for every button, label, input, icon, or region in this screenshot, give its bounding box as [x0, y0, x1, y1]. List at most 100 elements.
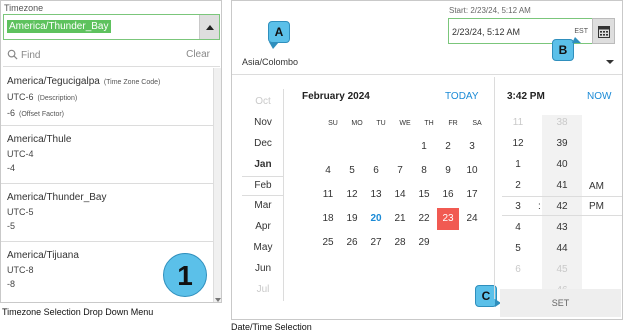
- timezone-offset-factor-tag: (Offset Factor): [19, 111, 65, 118]
- minute-option[interactable]: 43: [547, 222, 577, 233]
- set-button[interactable]: SET: [500, 289, 621, 317]
- calendar-day[interactable]: 25: [319, 234, 337, 252]
- timezone-label: Timezone: [4, 3, 44, 13]
- timezone-dropdown-panel: Timezone America/Thunder_Bay Clear Ameri…: [0, 0, 222, 303]
- clear-button[interactable]: Clear: [186, 49, 210, 60]
- list-scrollbar[interactable]: [213, 68, 221, 302]
- hour-option[interactable]: 2: [503, 180, 533, 191]
- calendar-day[interactable]: 4: [319, 162, 337, 180]
- weekday-label: WE: [399, 120, 411, 127]
- hour-option[interactable]: 12: [503, 138, 533, 149]
- calendar-day[interactable]: 7: [391, 162, 409, 180]
- month-year-title: February 2024: [302, 91, 370, 102]
- timezone-description: UTC-6: [7, 92, 34, 102]
- calendar-day[interactable]: 14: [391, 186, 409, 204]
- calendar-day[interactable]: 1: [415, 138, 433, 156]
- calendar-day[interactable]: 24: [463, 210, 481, 228]
- month-item[interactable]: Oct: [242, 96, 283, 107]
- timezone-code: America/Thule: [7, 134, 72, 145]
- calendar-day[interactable]: 12: [343, 186, 361, 204]
- datetime-picker-panel: Start: 2/23/24, 5:12 AM 2/23/24, 5:12 AM…: [231, 0, 623, 320]
- timezone-list-item[interactable]: America/Thunder_Bay UTC-5 -5: [1, 184, 213, 242]
- calendar-day[interactable]: 3: [463, 138, 481, 156]
- calendar-day[interactable]: 26: [343, 234, 361, 252]
- timezone-offset-factor: -6: [7, 108, 16, 118]
- set-button-label: SET: [551, 298, 570, 308]
- calendar-day[interactable]: 10: [463, 162, 481, 180]
- timezone-description-tag: (Description): [37, 95, 78, 102]
- chevron-down-icon[interactable]: [606, 60, 614, 64]
- month-item[interactable]: Nov: [242, 117, 283, 128]
- calendar-day[interactable]: 13: [367, 186, 385, 204]
- am-option[interactable]: AM: [589, 181, 604, 192]
- callout-pointer-b: [572, 37, 581, 43]
- minute-option[interactable]: 44: [547, 243, 577, 254]
- month-item[interactable]: May: [242, 242, 283, 253]
- timezone-description: UTC-5: [7, 207, 34, 217]
- minute-option[interactable]: 38: [547, 117, 577, 128]
- caption-datetime: Date/Time Selection: [231, 322, 312, 332]
- callout-badge-1: 1: [163, 253, 207, 297]
- weekday-label: FR: [448, 120, 458, 127]
- calendar-day[interactable]: 9: [439, 162, 457, 180]
- hour-option[interactable]: 3: [503, 201, 533, 212]
- calendar-day[interactable]: 27: [367, 234, 385, 252]
- weekday-label: TU: [376, 120, 386, 127]
- minute-option[interactable]: 42: [547, 201, 577, 212]
- hour-option[interactable]: 11: [503, 117, 533, 128]
- calendar-day[interactable]: 15: [415, 186, 433, 204]
- calendar-day[interactable]: 11: [319, 186, 337, 204]
- calendar-day[interactable]: 5: [343, 162, 361, 180]
- timezone-list-item[interactable]: America/Thule UTC-4 -4: [1, 126, 213, 184]
- timezone-search-row: Clear: [3, 43, 220, 67]
- callout-badge-b: B: [552, 39, 574, 61]
- vertical-divider: [494, 77, 495, 299]
- month-item[interactable]: Jun: [242, 263, 283, 274]
- minute-option[interactable]: 39: [547, 138, 577, 149]
- timezone-selector-value: Asia/Colombo: [242, 57, 299, 67]
- month-item[interactable]: Apr: [242, 221, 283, 232]
- calendar-day[interactable]: 16: [439, 186, 457, 204]
- calendar-day[interactable]: 19: [343, 210, 361, 228]
- month-scroller[interactable]: Oct Nov Dec Jan Feb Mar Apr May Jun Jul: [242, 89, 284, 301]
- calendar-day[interactable]: 18: [319, 210, 337, 228]
- pm-option[interactable]: PM: [589, 201, 604, 212]
- weekday-label: SA: [472, 120, 482, 127]
- minute-option[interactable]: 41: [547, 180, 577, 191]
- calendar-day-today[interactable]: 20: [367, 210, 385, 228]
- calendar-day[interactable]: 8: [415, 162, 433, 180]
- timezone-list-item[interactable]: America/Tegucigalpa (Time Zone Code) UTC-…: [1, 68, 213, 126]
- hour-option[interactable]: 1: [503, 159, 533, 170]
- month-item[interactable]: Mar: [242, 200, 283, 211]
- calendar-day[interactable]: 6: [367, 162, 385, 180]
- calendar-day[interactable]: 17: [463, 186, 481, 204]
- month-item[interactable]: Jan: [242, 159, 283, 170]
- calendar-day[interactable]: 28: [391, 234, 409, 252]
- calendar-day[interactable]: 22: [415, 210, 433, 228]
- timezone-abbrev: EST: [574, 28, 588, 35]
- timezone-search-input[interactable]: [21, 47, 161, 63]
- today-button[interactable]: TODAY: [445, 91, 479, 102]
- calendar-day[interactable]: 2: [439, 138, 457, 156]
- hour-option[interactable]: 5: [503, 243, 533, 254]
- calendar-icon: [598, 26, 610, 38]
- hour-option[interactable]: 4: [503, 222, 533, 233]
- dropdown-arrow-icon[interactable]: [199, 15, 219, 39]
- weekday-label: SU: [328, 120, 338, 127]
- now-button[interactable]: NOW: [587, 91, 611, 102]
- selected-time-display: 3:42 PM: [507, 91, 545, 102]
- scroll-down-arrow-icon[interactable]: [215, 298, 221, 302]
- timezone-offset-factor: -5: [7, 221, 16, 231]
- calendar-day[interactable]: 29: [415, 234, 433, 252]
- minute-option[interactable]: 45: [547, 264, 577, 275]
- minute-option[interactable]: 40: [547, 159, 577, 170]
- calendar-day[interactable]: 21: [391, 210, 409, 228]
- month-item[interactable]: Jul: [242, 284, 283, 295]
- month-item-selected[interactable]: Feb: [242, 180, 283, 191]
- timezone-code: America/Tegucigalpa: [7, 76, 100, 87]
- hour-option[interactable]: 6: [503, 264, 533, 275]
- calendar-day-selected[interactable]: 23: [437, 208, 459, 230]
- timezone-select[interactable]: America/Thunder_Bay: [3, 14, 220, 40]
- month-item[interactable]: Dec: [242, 138, 283, 149]
- calendar-button[interactable]: [592, 18, 615, 44]
